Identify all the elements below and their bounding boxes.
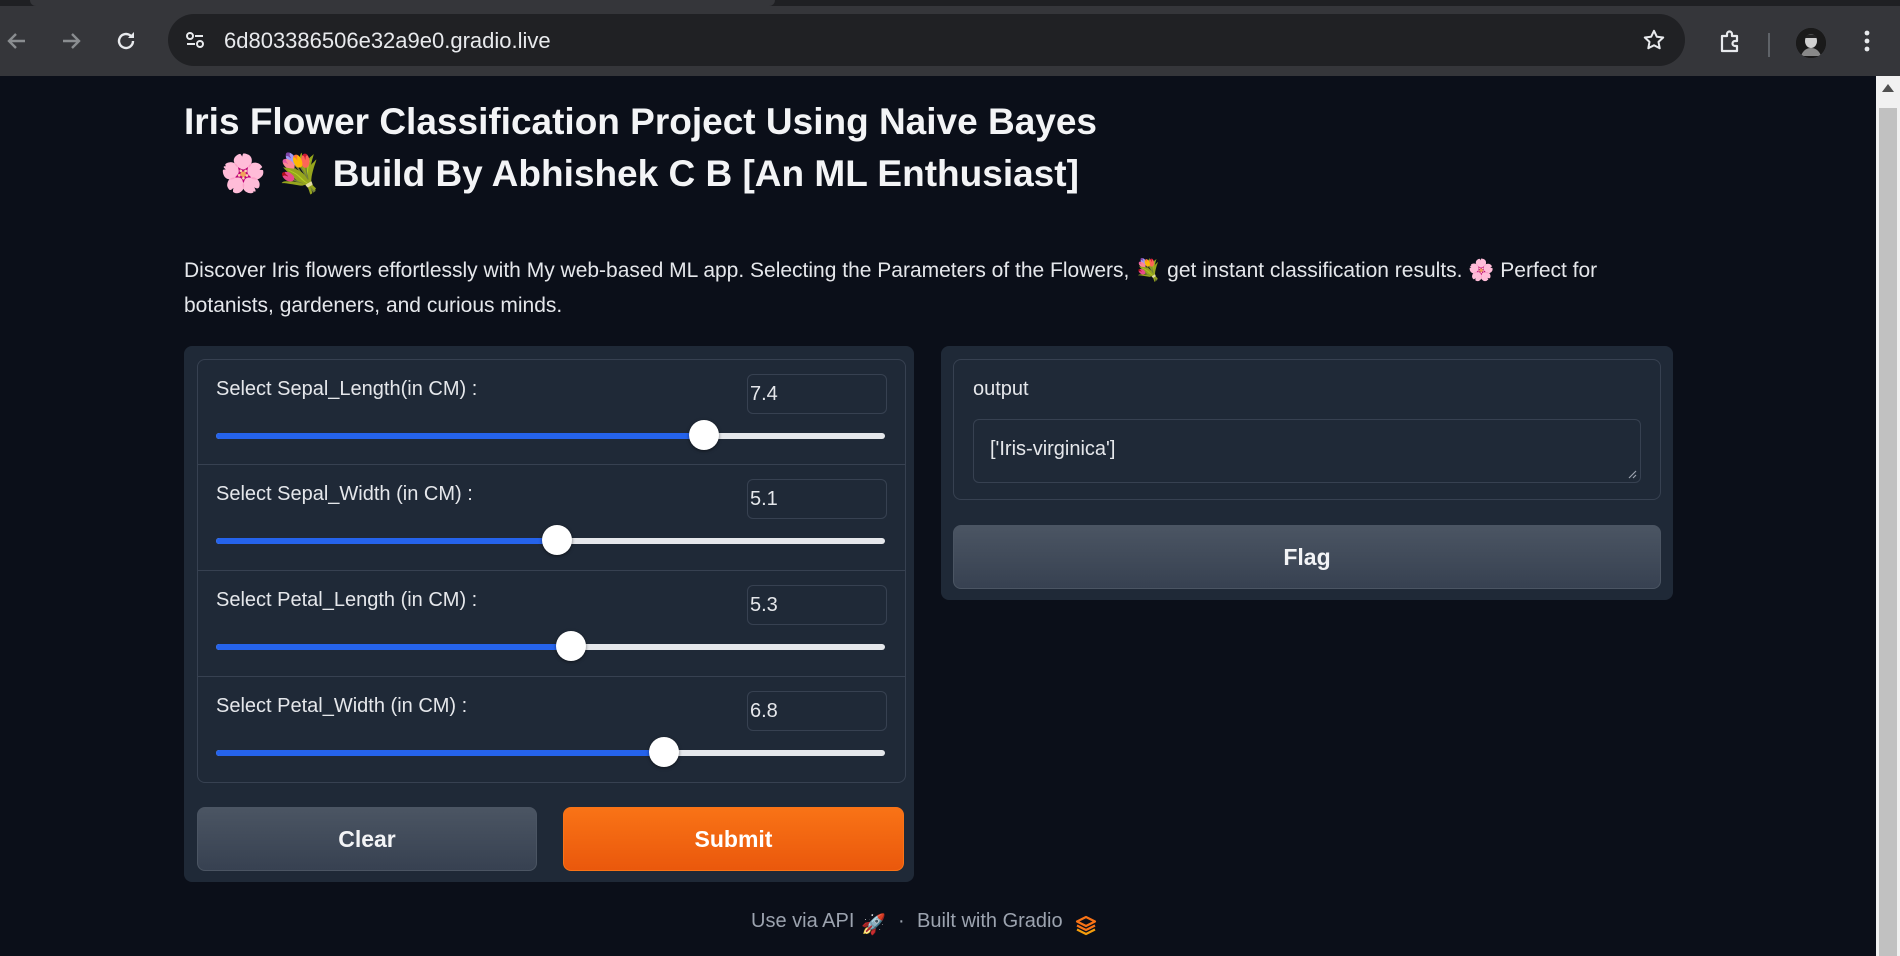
back-icon[interactable] bbox=[0, 24, 34, 58]
sepal-width-number-input[interactable] bbox=[747, 479, 887, 519]
slider-thumb[interactable] bbox=[542, 525, 573, 555]
output-value: ['Iris-virginica'] bbox=[990, 438, 1116, 460]
output-label: output bbox=[973, 378, 1029, 400]
toolbar-divider bbox=[1768, 33, 1770, 57]
slider-thumb[interactable] bbox=[649, 737, 680, 767]
slider-petal-length: Select Petal_Length (in CM) : bbox=[197, 570, 906, 678]
address-bar[interactable]: 6d803386506e32a9e0.gradio.live bbox=[168, 14, 1685, 66]
built-with-gradio-link[interactable]: Built with Gradio bbox=[917, 910, 1063, 933]
slider-petal-width: Select Petal_Width (in CM) : bbox=[197, 676, 906, 783]
forward-icon[interactable] bbox=[54, 24, 88, 58]
slider-fill bbox=[216, 538, 558, 544]
resize-grip-icon[interactable] bbox=[1627, 469, 1637, 479]
bookmark-star-icon[interactable] bbox=[1641, 27, 1667, 53]
browser-toolbar: 6d803386506e32a9e0.gradio.live bbox=[0, 6, 1900, 76]
slider-sepal-width: Select Sepal_Width (in CM) : bbox=[197, 464, 906, 572]
app-description: Discover Iris flowers effortlessly with … bbox=[184, 259, 1598, 317]
site-settings-icon[interactable] bbox=[182, 27, 208, 53]
scroll-up-arrow-icon[interactable] bbox=[1882, 84, 1894, 92]
vertical-scrollbar[interactable] bbox=[1876, 76, 1900, 956]
page-title-line-2: 🌸 💐 Build By Abhishek C B [An ML Enthusi… bbox=[220, 153, 1079, 194]
slider-track[interactable] bbox=[216, 631, 885, 661]
slider-thumb[interactable] bbox=[689, 420, 720, 450]
slider-label: Select Petal_Width (in CM) : bbox=[216, 695, 468, 717]
output-block: output ['Iris-virginica'] bbox=[953, 359, 1661, 500]
slider-sepal-length: Select Sepal_Length(in CM) : bbox=[197, 359, 906, 466]
slider-track[interactable] bbox=[216, 525, 885, 555]
slider-label: Select Sepal_Width (in CM) : bbox=[216, 483, 473, 505]
clear-button[interactable]: Clear bbox=[197, 807, 537, 871]
submit-button[interactable]: Submit bbox=[563, 807, 904, 871]
slider-track[interactable] bbox=[216, 420, 885, 450]
chrome-menu-icon[interactable] bbox=[1850, 24, 1884, 58]
use-via-api-link[interactable]: Use via API bbox=[751, 910, 854, 933]
gradio-logo-icon bbox=[1075, 915, 1097, 936]
output-textbox[interactable]: ['Iris-virginica'] bbox=[973, 419, 1641, 483]
profile-avatar[interactable] bbox=[1796, 28, 1826, 58]
page-title-line-1: Iris Flower Classification Project Using… bbox=[184, 101, 1098, 142]
scrollbar-thumb[interactable] bbox=[1879, 108, 1897, 956]
slider-label: Select Petal_Length (in CM) : bbox=[216, 589, 478, 611]
petal-width-number-input[interactable] bbox=[747, 691, 887, 731]
footer-separator: · bbox=[898, 910, 905, 932]
slider-fill bbox=[216, 644, 571, 650]
flag-button[interactable]: Flag bbox=[953, 525, 1661, 589]
slider-label: Select Sepal_Length(in CM) : bbox=[216, 378, 478, 400]
slider-fill bbox=[216, 750, 665, 756]
extensions-icon[interactable] bbox=[1713, 24, 1747, 58]
petal-length-number-input[interactable] bbox=[747, 585, 887, 625]
slider-thumb[interactable] bbox=[555, 631, 586, 661]
reload-icon[interactable] bbox=[109, 24, 143, 58]
slider-fill bbox=[216, 433, 705, 439]
sepal-length-number-input[interactable] bbox=[747, 374, 887, 414]
url-text[interactable]: 6d803386506e32a9e0.gradio.live bbox=[224, 28, 551, 54]
rocket-icon: 🚀 bbox=[861, 914, 886, 936]
slider-track[interactable] bbox=[216, 737, 885, 767]
